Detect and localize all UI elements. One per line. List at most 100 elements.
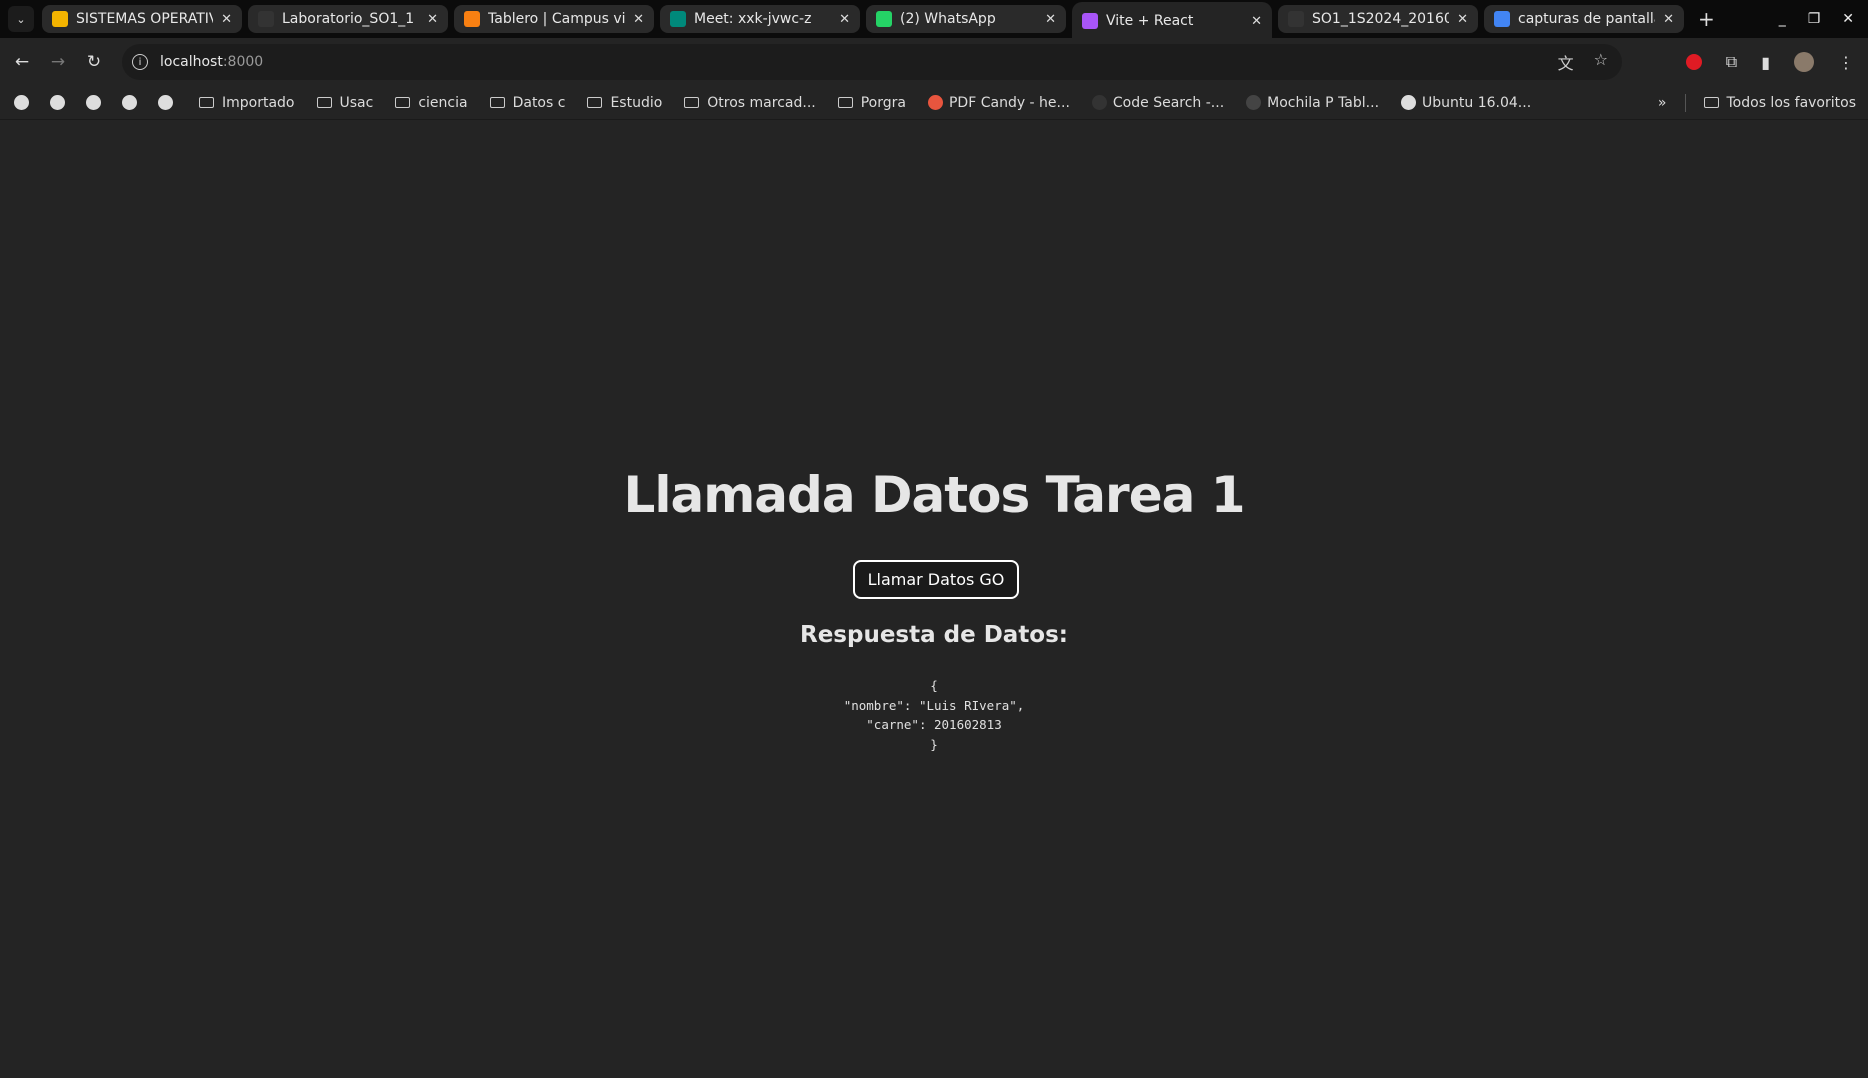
close-tab-icon[interactable]: ✕ bbox=[221, 12, 232, 27]
tab-title: SISTEMAS OPERATIV bbox=[76, 11, 214, 27]
close-tab-icon[interactable]: ✕ bbox=[633, 12, 644, 27]
bookmark-item[interactable]: Datos c bbox=[489, 94, 566, 111]
tab-5[interactable]: Vite + React ✕ bbox=[1072, 2, 1272, 40]
folder-icon bbox=[395, 97, 411, 108]
response-heading: Respuesta de Datos: bbox=[799, 622, 1068, 648]
tab-1[interactable]: Laboratorio_SO1_1 ✕ bbox=[248, 5, 448, 33]
bookmarks-bar: Importado Usac ciencia Datos c Estudio Otros … bbox=[0, 86, 1868, 120]
bookmark-item[interactable]: Code Search -... bbox=[1091, 94, 1225, 111]
all-bookmarks-label: Todos los favoritos bbox=[1726, 94, 1857, 111]
forward-button[interactable]: → bbox=[40, 52, 76, 72]
tab-2[interactable]: Tablero | Campus vi ✕ bbox=[454, 5, 654, 33]
bookmark-star-icon[interactable]: ☆ bbox=[1594, 50, 1608, 74]
tab-title: Vite + React bbox=[1106, 13, 1194, 29]
url-port: :8000 bbox=[222, 54, 264, 70]
page-title: Llamada Datos Tarea 1 bbox=[623, 466, 1245, 524]
folder-icon bbox=[316, 97, 332, 108]
bookmark-item[interactable]: Mochila P Tabl... bbox=[1246, 95, 1379, 111]
bookmark-globe-icon[interactable] bbox=[50, 95, 65, 110]
tab-search-button[interactable]: ⌄ bbox=[8, 6, 34, 32]
close-window-button[interactable]: ✕ bbox=[1842, 11, 1854, 27]
bookmark-item[interactable]: ciencia bbox=[395, 94, 468, 111]
all-bookmarks-folder[interactable]: Todos los favoritos bbox=[1703, 94, 1857, 111]
reload-button[interactable]: ↻ bbox=[76, 52, 112, 72]
bookmark-label: Importado bbox=[222, 94, 295, 111]
bookmark-label: Estudio bbox=[610, 94, 663, 111]
bookmark-globe-icon[interactable] bbox=[122, 95, 137, 110]
bookmark-item[interactable]: Porgra bbox=[837, 94, 906, 111]
moodle-icon bbox=[464, 11, 480, 27]
extensions-puzzle-icon[interactable]: ⧉ bbox=[1726, 52, 1737, 72]
tab-title: Meet: xxk-jvwc-z bbox=[694, 11, 812, 27]
folder-icon bbox=[587, 97, 603, 108]
vite-icon bbox=[1082, 13, 1098, 29]
bookmark-label: Mochila P Tabl... bbox=[1267, 94, 1380, 111]
page-content: Llamada Datos Tarea 1 Llamar Datos GO Re… bbox=[0, 120, 1868, 1078]
bookmark-globe-icon[interactable] bbox=[158, 95, 173, 110]
bookmark-globe-icon[interactable] bbox=[86, 95, 101, 110]
site-favicon-icon bbox=[927, 95, 943, 110]
bookmark-label: Code Search -... bbox=[1112, 94, 1225, 111]
tab-4[interactable]: (2) WhatsApp ✕ bbox=[866, 5, 1066, 33]
browser-toolbar: ← → ↻ i localhost:8000 文 ☆ ⧉ ▮ ⋮ bbox=[0, 38, 1868, 86]
folder-icon bbox=[684, 97, 700, 108]
tab-title: capturas de pantalla bbox=[1518, 11, 1656, 27]
github-icon bbox=[1288, 11, 1304, 27]
bookmark-label: Datos c bbox=[512, 94, 566, 111]
bookmark-item[interactable]: Ubuntu 16.04... bbox=[1401, 95, 1531, 111]
url-host: localhost bbox=[160, 54, 223, 70]
bookmark-item[interactable]: Importado bbox=[199, 95, 295, 111]
folder-icon bbox=[837, 97, 853, 108]
meet-icon bbox=[670, 11, 686, 27]
github-icon bbox=[258, 11, 274, 27]
close-tab-icon[interactable]: ✕ bbox=[427, 12, 438, 27]
tab-title: SO1_1S2024_20160 bbox=[1312, 11, 1450, 27]
new-tab-button[interactable]: + bbox=[1698, 7, 1715, 31]
close-tab-icon[interactable]: ✕ bbox=[839, 12, 850, 27]
tab-6[interactable]: SO1_1S2024_20160 ✕ bbox=[1278, 5, 1478, 33]
bookmark-label: Usac bbox=[339, 94, 374, 111]
adblock-extension-icon[interactable] bbox=[1685, 54, 1702, 70]
call-data-go-button[interactable]: Llamar Datos GO bbox=[853, 560, 1019, 599]
restore-button[interactable]: ❐ bbox=[1808, 11, 1821, 27]
more-bookmarks-chevron-icon[interactable]: » bbox=[1658, 95, 1667, 111]
menu-kebab-icon[interactable]: ⋮ bbox=[1838, 53, 1854, 72]
bookmark-item[interactable]: Estudio bbox=[587, 95, 662, 111]
folder-icon bbox=[199, 97, 214, 108]
close-tab-icon[interactable]: ✕ bbox=[1045, 12, 1056, 27]
tab-title: Tablero | Campus vi bbox=[488, 11, 626, 27]
bookmark-item[interactable]: PDF Candy - he... bbox=[927, 94, 1070, 111]
site-favicon-icon bbox=[1246, 95, 1262, 110]
bookmark-label: PDF Candy - he... bbox=[948, 94, 1070, 111]
tab-title: (2) WhatsApp bbox=[900, 11, 996, 27]
folder-icon bbox=[489, 97, 505, 108]
close-tab-icon[interactable]: ✕ bbox=[1457, 12, 1468, 27]
address-bar[interactable]: i localhost:8000 文 ☆ bbox=[122, 44, 1622, 80]
tab-strip: ⌄ SISTEMAS OPERATIV ✕ Laboratorio_SO1_1 ✕ Ta… bbox=[0, 0, 1868, 40]
close-tab-icon[interactable]: ✕ bbox=[1251, 14, 1262, 29]
bookmark-globe-icon[interactable] bbox=[14, 95, 29, 110]
bookmark-label: Otros marcad... bbox=[707, 94, 816, 111]
back-button[interactable]: ← bbox=[4, 52, 40, 72]
site-info-icon[interactable]: i bbox=[132, 54, 148, 70]
tab-0[interactable]: SISTEMAS OPERATIV ✕ bbox=[42, 5, 242, 33]
tab-3[interactable]: Meet: xxk-jvwc-z ✕ bbox=[660, 5, 860, 33]
minimize-button[interactable]: _ bbox=[1779, 11, 1786, 27]
classroom-icon bbox=[52, 11, 68, 27]
bookmark-item[interactable]: Otros marcad... bbox=[684, 94, 816, 111]
profile-avatar[interactable] bbox=[1794, 52, 1814, 72]
side-panel-icon[interactable]: ▮ bbox=[1761, 53, 1770, 72]
bookmark-label: Ubuntu 16.04... bbox=[1422, 94, 1532, 111]
close-tab-icon[interactable]: ✕ bbox=[1663, 12, 1674, 27]
tab-7[interactable]: capturas de pantalla ✕ bbox=[1484, 5, 1684, 33]
whatsapp-icon bbox=[876, 11, 892, 27]
site-favicon-icon bbox=[1091, 95, 1107, 110]
google-icon bbox=[1494, 11, 1510, 27]
folder-icon bbox=[1703, 97, 1719, 108]
bookmark-label: ciencia bbox=[418, 94, 468, 111]
response-json: { "nombre": "Luis RIvera", "carne": 2016… bbox=[843, 678, 1025, 752]
bookmark-label: Porgra bbox=[860, 94, 906, 111]
translate-icon[interactable]: 文 bbox=[1558, 50, 1574, 74]
bookmark-item[interactable]: Usac bbox=[316, 94, 374, 111]
tab-title: Laboratorio_SO1_1 bbox=[282, 11, 415, 27]
